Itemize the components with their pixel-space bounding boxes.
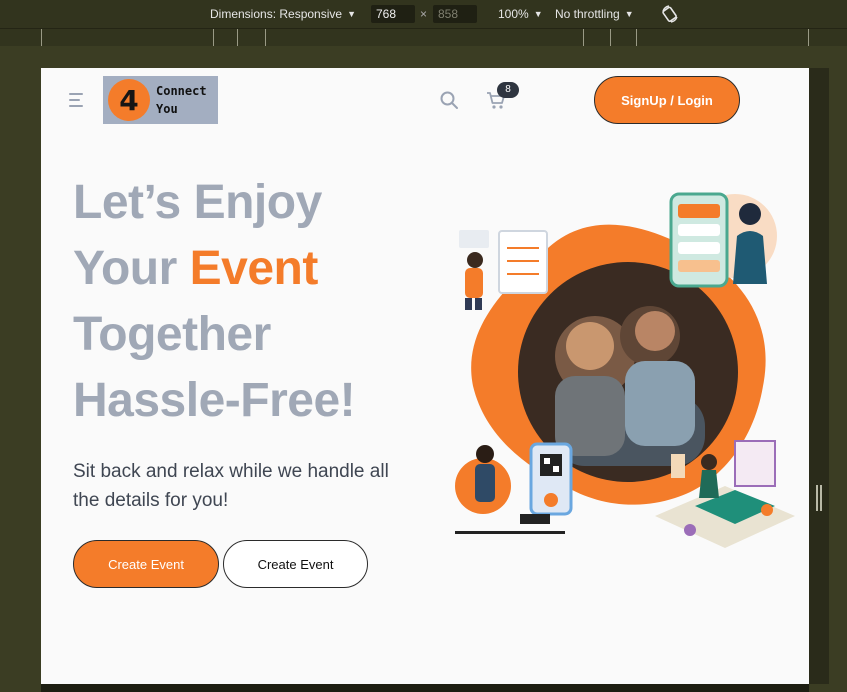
- chevron-down-icon: ▼: [624, 9, 634, 19]
- dimensions-label: Dimensions: Responsive: [210, 7, 343, 21]
- create-event-secondary-button[interactable]: Create Event: [223, 540, 368, 588]
- logo[interactable]: 4 Connect You: [103, 76, 218, 124]
- resize-handle[interactable]: [816, 485, 822, 511]
- throttling-label: No throttling: [555, 7, 620, 21]
- hero-title-prefix: Your: [73, 242, 190, 295]
- media-query-ruler: [0, 28, 847, 46]
- hero-subtitle: Sit back and relax while we handle all t…: [73, 461, 389, 511]
- height-input[interactable]: 858: [433, 5, 477, 23]
- logo-line-2: You: [156, 102, 178, 116]
- hero-title-accent: Event: [189, 242, 319, 295]
- hero-title-line-2: Your Event: [73, 236, 413, 302]
- logo-line-1: Connect: [156, 84, 207, 98]
- rotate-icon[interactable]: [660, 4, 680, 24]
- zoom-label: 100%: [498, 7, 529, 21]
- search-icon[interactable]: [439, 90, 459, 110]
- dimensions-dropdown[interactable]: Dimensions: Responsive ▼: [210, 7, 356, 21]
- navbar: 4 Connect You 8 SignUp / Login: [41, 68, 809, 132]
- hero-illustration: [455, 192, 795, 548]
- signup-login-button[interactable]: SignUp / Login: [594, 76, 740, 124]
- bottom-strip: [41, 684, 809, 692]
- hero-title-line-1: Let’s Enjoy: [73, 176, 322, 229]
- width-input[interactable]: 768: [371, 5, 415, 23]
- hero-title-line-4: Hassle-Free!: [73, 374, 356, 427]
- hero-title-line-3: Together: [73, 308, 271, 361]
- page-viewport: 4 Connect You 8 SignUp / Login Let’s Enj…: [41, 68, 809, 684]
- logo-text: Connect You: [156, 82, 207, 118]
- create-event-button[interactable]: Create Event: [73, 540, 219, 588]
- devtools-toolbar: Dimensions: Responsive ▼ 768 × 858 100% …: [0, 0, 847, 28]
- logo-badge: 4: [108, 79, 150, 121]
- chevron-down-icon: ▼: [533, 9, 543, 19]
- throttling-dropdown[interactable]: No throttling ▼: [555, 7, 634, 21]
- zoom-dropdown[interactable]: 100% ▼: [498, 7, 543, 21]
- viewport-edge: [809, 68, 829, 684]
- chevron-down-icon: ▼: [347, 9, 356, 19]
- hamburger-menu-icon[interactable]: [69, 93, 85, 107]
- hero-title: Let’s Enjoy Your Event Together Hassle-F…: [73, 170, 413, 434]
- times-symbol: ×: [420, 7, 428, 21]
- cart-count-badge: 8: [497, 82, 519, 98]
